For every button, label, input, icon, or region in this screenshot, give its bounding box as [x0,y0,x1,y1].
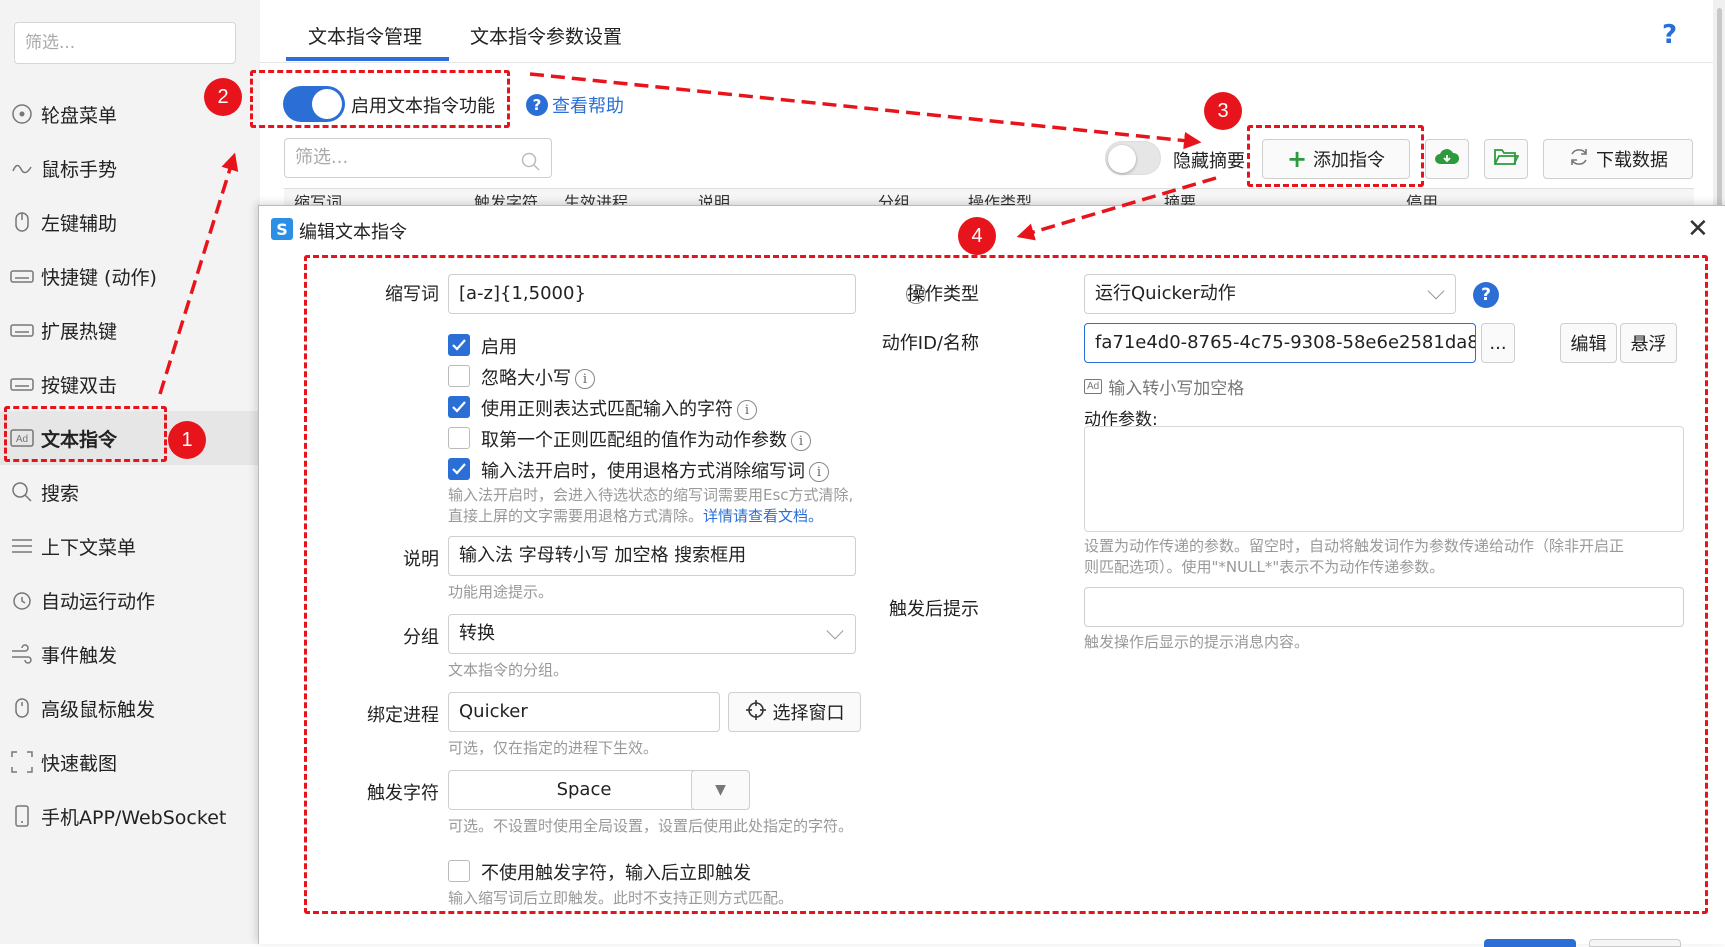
annotation-badge-1: 1 [168,421,206,459]
annotation-badge-2: 2 [204,78,242,116]
sidebar-item-label: 事件触发 [41,644,118,667]
tab-text-command-manage[interactable]: 文本指令管理 [308,22,422,49]
sidebar-filter-input[interactable]: 筛选... [14,22,236,64]
sidebar-item-label: 左键辅助 [41,212,118,235]
keyboard-icon [9,263,35,289]
annotation-box-2 [250,70,510,128]
sidebar-item-screenshot[interactable]: 快速截图 [0,735,260,789]
sidebar-item-label: 鼠标手势 [41,158,118,181]
mouse-icon [9,695,35,721]
scrollbar-thumb[interactable] [1717,8,1722,208]
sidebar-item-label: 快捷键 (动作) [41,266,157,289]
sidebar-item-label: 轮盘菜单 [41,104,118,127]
hide-summary-label: 隐藏摘要 [1173,151,1245,172]
sidebar-item-shortcut-action[interactable]: 快捷键 (动作) [0,249,260,303]
sidebar-item-advanced-mouse[interactable]: 高级鼠标触发 [0,681,260,735]
menu-lines-icon [9,533,35,559]
tab-text-command-settings[interactable]: 文本指令参数设置 [470,22,622,49]
cloud-download-icon [1434,146,1460,173]
keyboard-icon [9,317,35,343]
annotation-badge-3: 3 [1204,92,1242,130]
mouse-icon [9,209,35,235]
annotation-badge-4: 4 [958,217,996,255]
folder-icon [1493,146,1520,173]
wind-icon [9,641,35,667]
annotation-box-4 [304,255,1708,914]
sidebar-item-extended-hotkey[interactable]: 扩展热键 [0,303,260,357]
keyboard-icon [9,371,35,397]
view-help-link[interactable]: ? 查看帮助 [526,92,624,118]
sidebar-item-double-press[interactable]: 按键双击 [0,357,260,411]
search-icon [521,148,541,177]
help-circle-icon: ? [526,94,548,116]
search-icon [9,479,35,505]
gesture-icon [9,155,35,181]
sidebar-item-label: 手机APP/WebSocket [41,806,227,829]
dialog-title: 编辑文本指令 [299,222,407,243]
screenshot-icon [9,749,35,775]
sidebar-item-label: 高级鼠标触发 [41,698,156,721]
annotation-box-3 [1247,125,1424,187]
table-filter-input[interactable]: 筛选... [284,138,552,178]
cloud-download-button[interactable] [1425,139,1469,179]
sidebar: 筛选... 轮盘菜单 鼠标手势 左键辅助 快捷键 (动作) 扩展热键 按键双击 … [0,0,260,944]
sidebar-item-label: 按键双击 [41,374,118,397]
annotation-box-1 [4,406,167,462]
hide-summary-toggle[interactable] [1105,141,1161,175]
ok-button-partial[interactable] [1484,939,1576,947]
active-tab-indicator [286,57,449,61]
wheel-icon [9,101,35,127]
download-data-button[interactable]: 下载数据 [1543,139,1693,179]
quicker-logo-icon: S [271,218,293,240]
sidebar-item-left-click-assist[interactable]: 左键辅助 [0,195,260,249]
sidebar-item-mouse-gesture[interactable]: 鼠标手势 [0,141,260,195]
sidebar-item-event-trigger[interactable]: 事件触发 [0,627,260,681]
sidebar-item-phone-websocket[interactable]: 手机APP/WebSocket [0,789,260,843]
sidebar-item-label: 搜索 [41,482,80,505]
phone-icon [9,803,35,829]
sidebar-item-label: 快速截图 [41,752,118,775]
refresh-icon [1568,146,1590,173]
sidebar-item-label: 扩展热键 [41,320,118,343]
sidebar-item-auto-run[interactable]: 自动运行动作 [0,573,260,627]
cancel-button-partial[interactable] [1589,939,1681,947]
help-question-icon[interactable]: ? [1662,20,1677,50]
sidebar-item-label: 上下文菜单 [41,536,137,559]
alarm-icon [9,587,35,613]
sidebar-item-context-menu[interactable]: 上下文菜单 [0,519,260,573]
sidebar-item-search[interactable]: 搜索 [0,465,260,519]
tab-divider [260,62,1725,63]
close-icon[interactable]: ✕ [1687,214,1709,244]
open-folder-button[interactable] [1484,139,1528,179]
sidebar-item-label: 自动运行动作 [41,590,156,613]
